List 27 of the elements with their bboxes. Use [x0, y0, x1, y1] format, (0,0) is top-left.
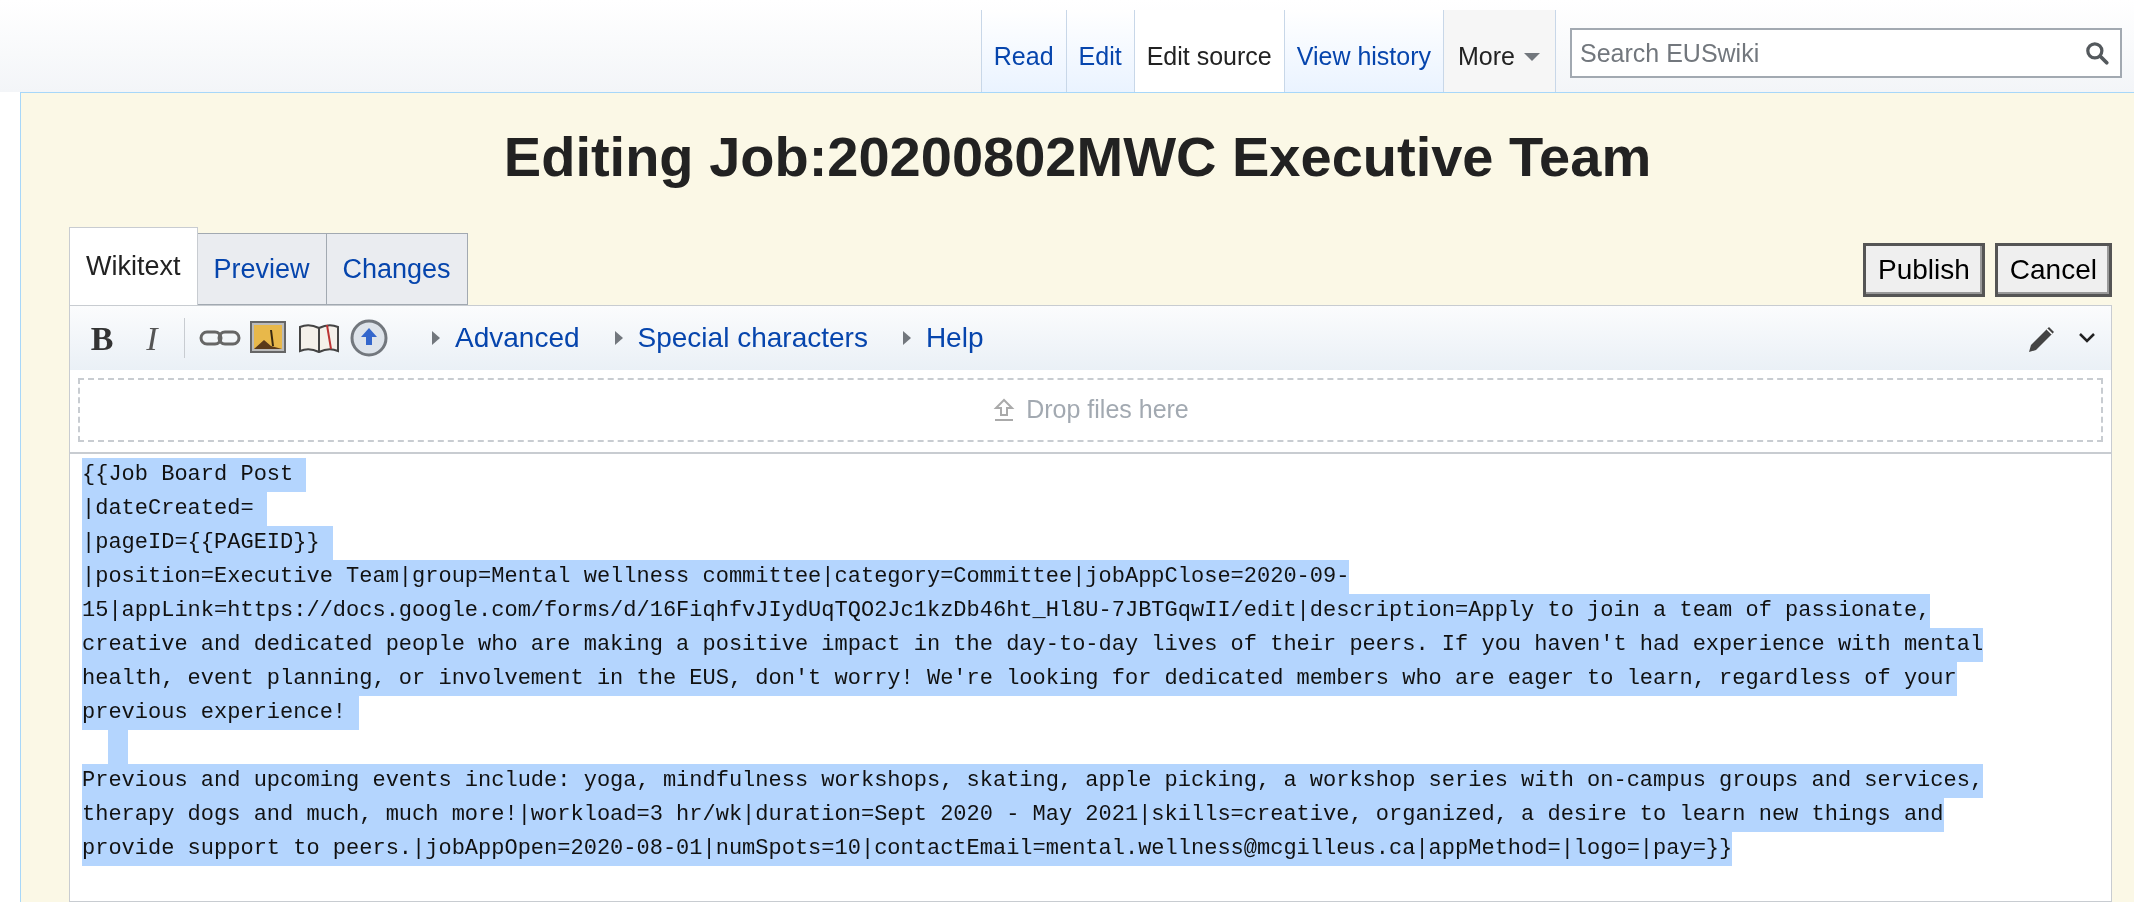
- view-tab[interactable]: View history: [1283, 10, 1444, 92]
- chevron-down-icon[interactable]: [2077, 331, 2097, 345]
- book-icon[interactable]: [297, 321, 341, 355]
- italic-button[interactable]: I: [134, 312, 170, 364]
- toolbar-section-toggle[interactable]: Help: [901, 317, 984, 359]
- upload-icon[interactable]: [349, 318, 389, 358]
- editor-tab[interactable]: Changes: [326, 233, 468, 305]
- expand-triangle-icon: [901, 330, 912, 346]
- search-field[interactable]: Search EUSwiki: [1570, 28, 2122, 78]
- upload-arrow-icon: [992, 397, 1017, 423]
- picture-icon[interactable]: [249, 320, 289, 356]
- more-menu[interactable]: More: [1443, 10, 1556, 92]
- editor-tab[interactable]: Preview: [197, 233, 327, 305]
- expand-triangle-icon: [613, 330, 624, 346]
- drop-zone-label: Drop files here: [1026, 394, 1189, 426]
- view-tab[interactable]: Read: [980, 10, 1066, 92]
- toolbar-section-toggle[interactable]: Special characters: [613, 317, 868, 359]
- action-button[interactable]: Cancel: [1994, 243, 2112, 297]
- search-icon[interactable]: [2084, 40, 2110, 66]
- view-tab[interactable]: Edit source: [1133, 10, 1284, 92]
- dropdown-arrow-icon: [1523, 52, 1541, 62]
- expand-triangle-icon: [431, 330, 441, 346]
- toolbar-section-toggle[interactable]: Advanced: [431, 317, 580, 359]
- editor-tab[interactable]: Wikitext: [69, 227, 198, 305]
- bold-button[interactable]: B: [84, 312, 120, 364]
- view-tab[interactable]: Edit: [1065, 10, 1134, 92]
- action-button[interactable]: Publish: [1863, 243, 1985, 297]
